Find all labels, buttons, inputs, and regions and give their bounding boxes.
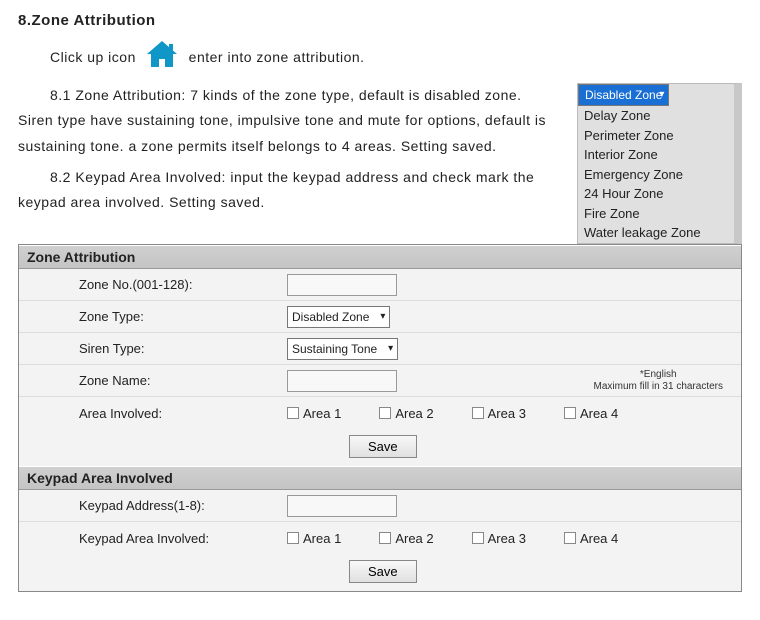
kp-area3-checkbox[interactable] — [472, 532, 484, 544]
zone-type-listbox[interactable]: Disabled Zone Delay Zone Perimeter Zone … — [577, 83, 742, 244]
keypad-save-button[interactable]: Save — [349, 560, 417, 583]
keypad-area-label: Keypad Area Involved: — [19, 527, 279, 550]
zone-name-label: Zone Name: — [19, 369, 279, 392]
settings-panel: Zone Attribution Zone No.(001-128): Zone… — [18, 244, 742, 592]
zone-attribution-header: Zone Attribution — [19, 245, 741, 269]
home-icon — [144, 39, 180, 77]
zone-type-option[interactable]: Fire Zone — [578, 204, 734, 224]
keypad-address-row: Keypad Address(1-8): — [19, 490, 741, 522]
area2-label: Area 2 — [395, 406, 433, 421]
siren-type-label: Siren Type: — [19, 337, 279, 360]
intro-line: Click up icon enter into zone attributio… — [18, 39, 742, 77]
keypad-save-row: Save — [19, 554, 741, 591]
siren-type-row: Siren Type: Sustaining Tone — [19, 333, 741, 365]
keypad-area-row: Keypad Area Involved: Area 1 Area 2 Area… — [19, 522, 741, 554]
zone-type-option[interactable]: Perimeter Zone — [578, 126, 734, 146]
kp-area2-label: Area 2 — [395, 531, 433, 546]
area1-checkbox[interactable] — [287, 407, 299, 419]
siren-type-select[interactable]: Sustaining Tone — [287, 338, 398, 360]
zone-name-hint: *English Maximum fill in 31 characters — [594, 369, 723, 393]
zone-no-label: Zone No.(001-128): — [19, 273, 279, 296]
area2-checkbox[interactable] — [379, 407, 391, 419]
zone-save-button[interactable]: Save — [349, 435, 417, 458]
keypad-address-input[interactable] — [287, 495, 397, 517]
zone-no-input[interactable] — [287, 274, 397, 296]
section-heading: 8.Zone Attribution — [18, 12, 742, 29]
kp-area4-checkbox[interactable] — [564, 532, 576, 544]
zone-type-option[interactable]: Emergency Zone — [578, 165, 734, 185]
zone-type-option[interactable]: 24 Hour Zone — [578, 184, 734, 204]
zone-type-option[interactable]: Interior Zone — [578, 145, 734, 165]
area4-label: Area 4 — [580, 406, 618, 421]
zone-type-label: Zone Type: — [19, 305, 279, 328]
area-involved-row: Area Involved: Area 1 Area 2 Area 3 Area… — [19, 397, 741, 429]
zone-type-option[interactable]: Disabled Zone — [578, 84, 669, 106]
zone-type-option[interactable]: Water leakage Zone — [578, 223, 734, 243]
kp-area1-label: Area 1 — [303, 531, 341, 546]
area1-label: Area 1 — [303, 406, 341, 421]
zone-type-option[interactable]: Delay Zone — [578, 106, 734, 126]
zone-no-row: Zone No.(001-128): — [19, 269, 741, 301]
kp-area1-checkbox[interactable] — [287, 532, 299, 544]
zone-save-row: Save — [19, 429, 741, 466]
kp-area2-checkbox[interactable] — [379, 532, 391, 544]
area3-checkbox[interactable] — [472, 407, 484, 419]
zone-type-select[interactable]: Disabled Zone — [287, 306, 390, 328]
area-involved-label: Area Involved: — [19, 402, 279, 425]
intro-before: Click up icon — [50, 49, 136, 65]
area4-checkbox[interactable] — [564, 407, 576, 419]
kp-area3-label: Area 3 — [488, 531, 526, 546]
keypad-area-header: Keypad Area Involved — [19, 466, 741, 490]
zone-name-row: Zone Name: *English Maximum fill in 31 c… — [19, 365, 741, 397]
intro-after: enter into zone attribution. — [189, 49, 365, 65]
keypad-address-label: Keypad Address(1-8): — [19, 494, 279, 517]
zone-name-input[interactable] — [287, 370, 397, 392]
area3-label: Area 3 — [488, 406, 526, 421]
kp-area4-label: Area 4 — [580, 531, 618, 546]
zone-type-row: Zone Type: Disabled Zone — [19, 301, 741, 333]
